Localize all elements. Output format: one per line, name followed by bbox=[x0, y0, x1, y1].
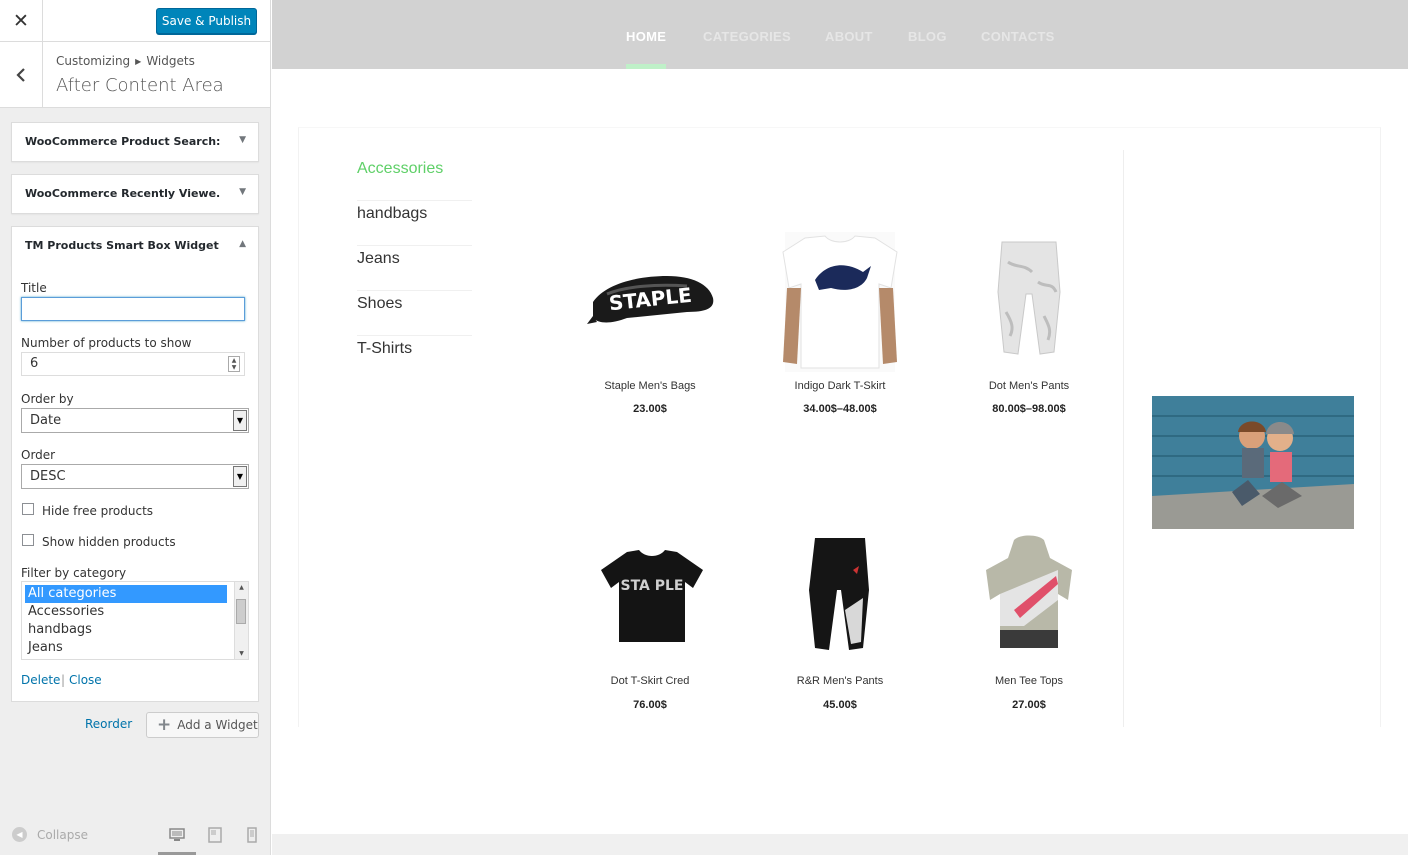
product-name[interactable]: Men Tee Tops bbox=[934, 675, 1124, 687]
scroll-down-icon[interactable]: ▼ bbox=[235, 650, 248, 657]
collapse-arrow-icon[interactable]: ▲ bbox=[239, 239, 246, 249]
scroll-thumb[interactable] bbox=[236, 599, 246, 624]
number-value: 6 bbox=[30, 356, 39, 371]
collapse-label: Collapse bbox=[37, 827, 88, 842]
breadcrumb: Customizing ▶ Widgets bbox=[56, 54, 195, 68]
link-separator: | bbox=[61, 673, 66, 687]
site-navbar: HOME CATEGORIES ABOUT BLOG CONTACTS bbox=[272, 0, 1408, 69]
widget-product-search[interactable]: WooCommerce Product Search:... ▼ bbox=[11, 122, 259, 162]
product-name[interactable]: R&R Men's Pants bbox=[745, 675, 935, 687]
product-price: 45.00$ bbox=[823, 699, 857, 711]
category-option[interactable]: Accessories bbox=[25, 603, 227, 621]
nav-home[interactable]: HOME bbox=[626, 29, 666, 44]
number-label: Number of products to show bbox=[21, 336, 192, 350]
nav-active-indicator bbox=[626, 64, 666, 69]
order-label: Order bbox=[21, 448, 56, 462]
collapse-button[interactable]: ◀ Collapse bbox=[12, 827, 88, 842]
section-title: After Content Area bbox=[56, 75, 224, 96]
product-image-black-tshirt[interactable]: STA PLE bbox=[587, 530, 717, 670]
plus-icon: + bbox=[157, 715, 172, 735]
product-image-hoodie[interactable] bbox=[964, 530, 1094, 670]
category-tshirts[interactable]: T-Shirts bbox=[357, 336, 472, 381]
product-price: 27.00$ bbox=[1012, 699, 1046, 711]
product-image-pants[interactable] bbox=[964, 232, 1094, 372]
title-label: Title bbox=[21, 281, 47, 295]
filter-label: Filter by category bbox=[21, 566, 127, 580]
product-image-black-pants[interactable] bbox=[775, 530, 905, 670]
breadcrumb-root: Customizing bbox=[56, 54, 131, 68]
category-option[interactable]: handbags bbox=[25, 621, 227, 639]
breadcrumb-section: Widgets bbox=[146, 54, 195, 68]
reorder-link[interactable]: Reorder bbox=[85, 717, 132, 731]
category-option[interactable]: Jeans bbox=[25, 639, 227, 657]
tablet-preview-icon[interactable] bbox=[207, 827, 223, 843]
mobile-preview-icon[interactable] bbox=[244, 827, 260, 843]
number-input[interactable]: 6 ▲ ▼ bbox=[21, 352, 245, 376]
close-icon[interactable]: ✕ bbox=[0, 0, 43, 42]
customizer-sidebar: ✕ Save & Publish Customizing ▶ Widgets Aft… bbox=[0, 0, 271, 855]
category-option[interactable]: All categories bbox=[25, 585, 227, 603]
expand-arrow-icon[interactable]: ▼ bbox=[239, 187, 246, 197]
list-scrollbar[interactable]: ▲ ▼ bbox=[234, 582, 248, 659]
add-widget-label: Add a Widget bbox=[177, 718, 258, 732]
customizer-footer: ◀ Collapse bbox=[0, 815, 270, 855]
close-link[interactable]: Close bbox=[69, 673, 102, 687]
product-name[interactable]: Indigo Dark T-Skirt bbox=[745, 380, 935, 392]
product-price: 76.00$ bbox=[633, 699, 667, 711]
orderby-value: Date bbox=[30, 413, 62, 428]
order-value: DESC bbox=[30, 469, 66, 484]
scroll-up-icon[interactable]: ▲ bbox=[235, 584, 248, 591]
kids-photo bbox=[1152, 396, 1354, 529]
product-name[interactable]: Staple Men's Bags bbox=[555, 380, 745, 392]
expand-arrow-icon[interactable]: ▼ bbox=[239, 135, 246, 145]
desktop-preview-icon[interactable] bbox=[169, 827, 185, 843]
back-icon[interactable] bbox=[0, 42, 43, 107]
category-multiselect[interactable]: All categories Accessories handbags Jean… bbox=[21, 581, 249, 660]
title-input[interactable] bbox=[21, 297, 245, 321]
product-price: 34.00$–48.00$ bbox=[803, 403, 877, 415]
content-divider bbox=[1123, 150, 1124, 727]
category-accessories[interactable]: Accessories bbox=[357, 156, 472, 201]
category-shoes[interactable]: Shoes bbox=[357, 291, 472, 336]
widget-recently-viewed[interactable]: WooCommerce Recently Viewe... ▼ bbox=[11, 174, 259, 214]
widget-title: WooCommerce Product Search:... bbox=[25, 135, 220, 148]
preview-bottom-bar bbox=[272, 834, 1408, 855]
spinner-icon[interactable]: ▲ ▼ bbox=[228, 356, 240, 372]
product-image-bag[interactable]: STAPLE bbox=[587, 232, 717, 372]
show-hidden-label[interactable]: Show hidden products bbox=[42, 535, 176, 549]
hide-free-label[interactable]: Hide free products bbox=[42, 504, 153, 518]
category-jeans[interactable]: Jeans bbox=[357, 246, 472, 291]
category-handbags[interactable]: handbags bbox=[357, 201, 472, 246]
show-hidden-checkbox[interactable] bbox=[22, 534, 34, 546]
product-name[interactable]: Dot Men's Pants bbox=[934, 380, 1124, 392]
customizer-header: ✕ Save & Publish bbox=[0, 0, 270, 42]
orderby-label: Order by bbox=[21, 392, 74, 406]
add-widget-button[interactable]: + Add a Widget bbox=[146, 712, 259, 738]
nav-contacts[interactable]: CONTACTS bbox=[981, 29, 1055, 44]
delete-link[interactable]: Delete bbox=[21, 673, 60, 687]
product-price: 23.00$ bbox=[633, 403, 667, 415]
nav-categories[interactable]: CATEGORIES bbox=[703, 29, 791, 44]
site-preview: HOME CATEGORIES ABOUT BLOG CONTACTS Acce… bbox=[272, 0, 1408, 855]
hide-free-checkbox[interactable] bbox=[22, 503, 34, 515]
dropdown-arrow-icon[interactable]: ▼ bbox=[233, 466, 247, 487]
product-image-tee-text: STA PLE bbox=[621, 578, 684, 594]
widget-smart-box[interactable]: TM Products Smart Box Widget ▲ bbox=[11, 226, 259, 266]
product-image-tshirt[interactable] bbox=[775, 232, 905, 372]
breadcrumb-separator-icon: ▶ bbox=[135, 57, 142, 66]
save-publish-button[interactable]: Save & Publish bbox=[156, 8, 257, 34]
section-info: Customizing ▶ Widgets After Content Area bbox=[0, 42, 270, 108]
widget-title: WooCommerce Recently Viewe... bbox=[25, 187, 220, 200]
widget-title: TM Products Smart Box Widget bbox=[25, 239, 219, 252]
order-select[interactable]: DESC ▼ bbox=[21, 464, 249, 489]
dropdown-arrow-icon[interactable]: ▼ bbox=[233, 410, 247, 431]
product-price: 80.00$–98.00$ bbox=[992, 403, 1066, 415]
nav-blog[interactable]: BLOG bbox=[908, 29, 947, 44]
product-name[interactable]: Dot T-Skirt Cred bbox=[555, 675, 745, 687]
nav-about[interactable]: ABOUT bbox=[825, 29, 873, 44]
orderby-select[interactable]: Date ▼ bbox=[21, 408, 249, 433]
collapse-arrow-icon: ◀ bbox=[12, 827, 27, 842]
